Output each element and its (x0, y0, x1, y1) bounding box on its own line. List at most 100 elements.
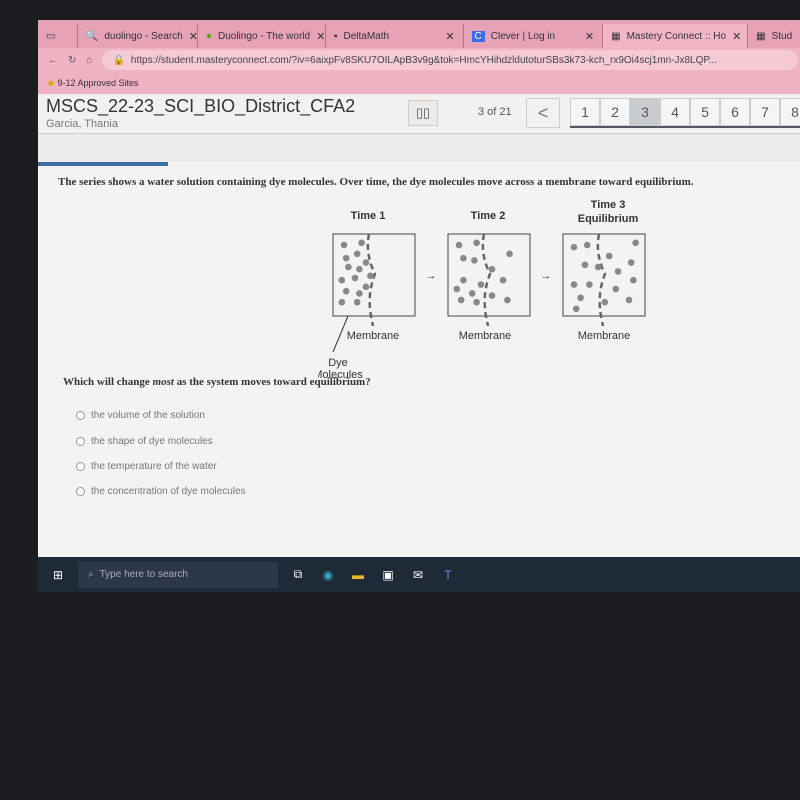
page-button-6[interactable]: 6 (720, 98, 750, 126)
taskbar-search[interactable]: ⌕ Type here to search (78, 561, 278, 588)
dye-molecule (362, 283, 370, 291)
answer-option-a[interactable]: the volume of the solution (76, 410, 205, 421)
dye-molecule (612, 285, 620, 293)
dye-molecule (342, 254, 350, 262)
dye-molecule (625, 296, 633, 304)
dye-molecule (356, 265, 363, 273)
dye-molecule (477, 281, 485, 288)
tab-duolingo-search[interactable]: 🔍 duolingo - Search ✕ (78, 24, 198, 48)
task-view-icon[interactable]: ⧉ (288, 565, 308, 585)
question-count: 3 of 21 (478, 106, 512, 118)
dye-molecule (506, 250, 513, 258)
close-icon[interactable]: ✕ (316, 30, 325, 43)
dye-molecule (570, 281, 578, 288)
dye-molecule (358, 239, 365, 247)
dye-molecule (630, 276, 637, 284)
page-button-4[interactable]: 4 (660, 98, 690, 126)
dye-molecule (572, 305, 580, 313)
radio-button[interactable] (76, 462, 85, 471)
dye-molecule (345, 263, 352, 271)
panel-time2 (447, 233, 531, 327)
mail-icon[interactable]: ✉ (408, 565, 428, 585)
assessment-header: MSCS_22-23_SCI_BIO_District_CFA2 Garcia,… (38, 94, 800, 134)
teams-icon[interactable]: T (438, 565, 458, 585)
clever-icon: C (471, 30, 485, 42)
page-button-3[interactable]: 3 (630, 98, 660, 126)
dye-molecule (586, 281, 593, 288)
dye-molecule (488, 292, 496, 299)
windows-start-icon[interactable]: ⊞ (48, 565, 68, 585)
dye-molecule (488, 265, 496, 273)
tab-duolingo[interactable]: ● Duolingo - The world ✕ (198, 24, 326, 48)
dye-molecule (605, 252, 613, 260)
bookmarks-bar: ■ 9-12 Approved Sites (38, 72, 800, 94)
tab-deltamath[interactable]: ▪ DeltaMath ✕ (326, 24, 464, 48)
previous-button[interactable]: < (526, 98, 560, 128)
label-time2: Time 2 (471, 210, 506, 222)
arrow-icon: → (426, 270, 437, 282)
screen: ▭ 🔍 duolingo - Search ✕ ● Duolingo - The wo… (38, 20, 800, 592)
answer-option-b[interactable]: the shape of dye molecules (76, 436, 213, 447)
arrow-icon: → (541, 270, 552, 282)
question-prompt: Which will change most as the system mov… (63, 376, 371, 388)
label-equilibrium: Equilibrium (578, 213, 639, 225)
page-button-5[interactable]: 5 (690, 98, 720, 126)
pause-button[interactable]: ▯▯ (408, 100, 438, 126)
answer-option-c[interactable]: the temperature of the water (76, 461, 217, 472)
home-icon[interactable]: ⌂ (86, 55, 92, 66)
bookmark-approved-sites[interactable]: 9-12 Approved Sites (57, 78, 138, 88)
dye-molecule (473, 298, 480, 306)
tab-mastery-connect[interactable]: ▦ Mastery Connect :: Ho ✕ (603, 24, 749, 48)
dye-molecule (460, 276, 467, 284)
search-icon: 🔍 (85, 30, 99, 42)
tab-window-menu[interactable]: ▭ (38, 24, 78, 48)
dye-molecule (457, 296, 465, 304)
question-area: The series shows a water solution contai… (38, 162, 800, 557)
dye-molecule (353, 250, 361, 258)
edge-icon[interactable]: ◉ (318, 565, 338, 585)
student-name: Garcia, Thania (46, 118, 118, 130)
dye-molecule (627, 259, 635, 266)
dye-molecule (453, 285, 461, 293)
radio-button[interactable] (76, 437, 85, 446)
tab-clever[interactable]: C Clever | Log in ✕ (464, 24, 604, 48)
tab-student[interactable]: ▦ Stud (748, 24, 800, 48)
page-button-7[interactable]: 7 (750, 98, 780, 126)
answer-option-d[interactable]: the concentration of dye molecules (76, 486, 246, 497)
close-icon[interactable]: ✕ (585, 30, 594, 43)
radio-button[interactable] (76, 411, 85, 420)
dye-molecule (455, 241, 463, 249)
duolingo-icon: ● (205, 30, 212, 42)
back-icon[interactable]: ← (48, 55, 58, 66)
file-explorer-icon[interactable]: ▬ (348, 565, 368, 585)
dye-molecule (581, 261, 589, 269)
dye-molecule (338, 298, 346, 306)
dye-molecule (353, 298, 361, 306)
close-icon[interactable]: ✕ (445, 30, 454, 43)
folder-icon: ■ (48, 78, 54, 88)
dye-molecule (471, 257, 478, 264)
dye-molecule (338, 276, 346, 284)
store-icon[interactable]: ▣ (378, 565, 398, 585)
close-icon[interactable]: ✕ (189, 30, 198, 43)
reload-icon[interactable]: ↻ (68, 55, 76, 66)
label-time1: Time 1 (351, 210, 386, 222)
panel-time3 (562, 233, 646, 327)
page-button-1[interactable]: 1 (570, 98, 600, 126)
url-field[interactable]: 🔒 https://student.masteryconnect.com/?iv=… (102, 50, 798, 70)
dye-molecule (632, 239, 639, 247)
page-button-2[interactable]: 2 (600, 98, 630, 126)
label-membrane-3: Membrane (578, 330, 631, 342)
progress-bar (38, 162, 168, 166)
membrane (481, 233, 492, 327)
close-icon[interactable]: ✕ (732, 30, 741, 43)
dye-molecule (577, 294, 584, 302)
taskbar: ⊞ ⌕ Type here to search ⧉ ◉ ▬ ▣ ✉ T (38, 557, 800, 592)
page-button-8[interactable]: 8 (780, 98, 800, 126)
dye-molecule (468, 290, 476, 297)
radio-button[interactable] (76, 487, 85, 496)
dye-molecule (499, 276, 507, 284)
question-stem: The series shows a water solution contai… (58, 176, 694, 188)
dye-molecule (342, 287, 350, 295)
membrane (596, 233, 607, 327)
